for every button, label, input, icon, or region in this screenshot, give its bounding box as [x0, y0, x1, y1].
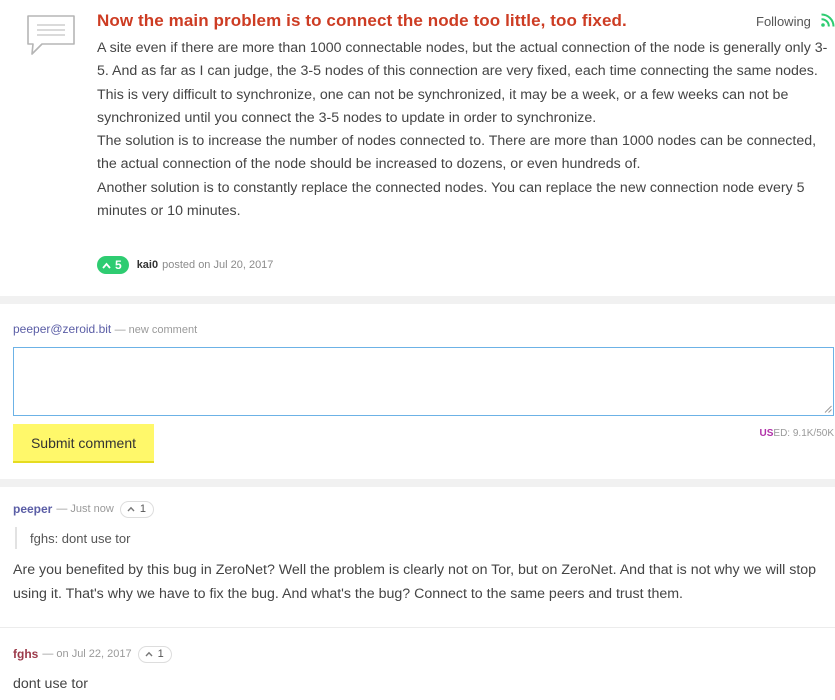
section-divider: [0, 296, 835, 304]
topic-vote-count: 5: [115, 258, 122, 272]
topic-author[interactable]: kai0: [137, 259, 158, 271]
current-user-link[interactable]: peeper@zeroid.bit: [13, 322, 111, 336]
topic-posted-date: posted on Jul 20, 2017: [162, 259, 274, 271]
comment-header: fghs — on Jul 22, 2017 1: [13, 645, 172, 663]
topic-paragraph: Another solution is to constantly replac…: [97, 179, 805, 220]
comment-vote-button[interactable]: 1: [137, 645, 172, 663]
comment-time: — Just now: [56, 503, 114, 515]
comment-vote-count: 1: [139, 503, 146, 515]
topic-title[interactable]: Now the main problem is to connect the n…: [97, 11, 627, 31]
comment-quote: fghs: dont use tor: [15, 527, 130, 549]
topic-body: A site even if there are more than 1000 …: [97, 37, 832, 223]
topic-paragraph: The solution is to increase the number o…: [97, 133, 817, 173]
storage-usage-value: ED: 9.1K/50K: [773, 428, 834, 439]
storage-usage: USED: 9.1K/50K: [760, 428, 835, 439]
comment-body: Are you benefited by this bug in ZeroNet…: [13, 562, 817, 602]
comment-header: peeper — Just now 1: [13, 500, 154, 518]
new-comment-hint: — new comment: [114, 324, 198, 336]
comment-divider: [0, 627, 835, 628]
topic-vote-button[interactable]: 5: [97, 256, 129, 274]
topic-meta: 5 kai0 posted on Jul 20, 2017: [97, 256, 273, 274]
comment-author[interactable]: fghs: [13, 647, 38, 661]
comment-vote-button[interactable]: 1: [119, 500, 154, 518]
topic-paragraph: This is very difficult to synchronize, o…: [97, 86, 789, 126]
chevron-up-icon: [127, 506, 135, 512]
quote-author: fghs:: [30, 530, 59, 546]
submit-comment-button[interactable]: Submit comment: [13, 424, 154, 463]
speech-bubble-icon: [27, 15, 75, 55]
comment-time: — on Jul 22, 2017: [42, 648, 132, 660]
follow-button[interactable]: Following: [756, 14, 811, 29]
topic-paragraph: A site even if there are more than 1000 …: [97, 40, 828, 80]
section-divider: [0, 479, 835, 487]
comment-vote-count: 1: [157, 648, 164, 660]
new-comment-label: peeper@zeroid.bit — new comment: [13, 322, 197, 336]
quote-text: dont use tor: [58, 530, 131, 546]
resize-grip-icon[interactable]: [824, 405, 832, 413]
topic-card: Now the main problem is to connect the n…: [0, 0, 835, 296]
rss-feed-icon[interactable]: [820, 13, 835, 28]
chevron-up-icon: [145, 651, 153, 657]
storage-usage-prefix: US: [759, 428, 774, 439]
comment-textarea[interactable]: [13, 347, 834, 416]
comment-author[interactable]: peeper: [13, 502, 52, 516]
comment-body: dont use tor: [13, 676, 88, 692]
chevron-up-icon: [102, 262, 111, 269]
